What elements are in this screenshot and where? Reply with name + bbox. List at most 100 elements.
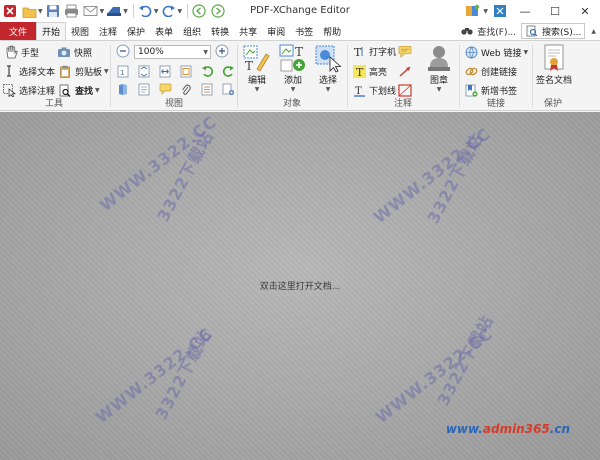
select-objects-icon (313, 43, 343, 73)
ui-options-icon[interactable] (461, 0, 485, 22)
create-link-button[interactable]: 创建链接 (464, 63, 517, 79)
site-watermark: www.admin365.cn (446, 422, 570, 436)
tab-file[interactable]: 文件 (0, 22, 36, 40)
edit-objects-icon: T (242, 43, 272, 73)
edit-objects-button[interactable]: T 编辑 ▼ (240, 43, 274, 93)
snapshot-button[interactable]: 快照 (57, 44, 92, 60)
search-button[interactable]: 搜索(S)... (521, 23, 586, 39)
web-links-button[interactable]: Web 链接 ▼ (464, 44, 528, 60)
snapshot-label: 快照 (74, 48, 93, 59)
svg-text:T: T (354, 46, 362, 58)
maximize-button[interactable]: ☐ (540, 0, 570, 22)
find-tool-dropdown-icon[interactable]: ▼ (95, 87, 100, 94)
page-display-icon[interactable] (137, 82, 151, 96)
tab-view[interactable]: 视图 (66, 22, 94, 40)
email-dropdown-icon[interactable]: ▼ (100, 8, 105, 15)
comment-list-icon[interactable] (158, 82, 172, 96)
scan-dropdown-icon[interactable]: ▼ (123, 8, 128, 15)
close-button[interactable]: ✕ (570, 0, 600, 22)
back-icon[interactable] (191, 3, 207, 19)
tab-home[interactable]: 开始 (36, 22, 67, 40)
undo-dropdown-icon[interactable]: ▼ (154, 8, 159, 15)
find-doc-icon (58, 83, 72, 97)
ui-options-dropdown-icon[interactable]: ▼ (483, 8, 488, 15)
page-layout-icon[interactable] (116, 82, 130, 96)
ribbon: 手型 快照 选择文本 剪贴板 ▼ 选择注释 查找 ▼ 工具 100% ▼ 1 视… (0, 40, 600, 111)
tab-form[interactable]: 表单 (150, 22, 178, 40)
open-dropdown-icon[interactable]: ▼ (38, 8, 43, 15)
stamp-label: 图章 (429, 76, 448, 86)
typewriter-label: 打字机 (369, 47, 397, 58)
properties-icon[interactable] (200, 82, 214, 96)
group-protect: 签名文档 保护 (533, 41, 573, 111)
stamp-button[interactable]: 图章 ▼ (422, 43, 456, 93)
tab-share[interactable]: 共享 (234, 22, 262, 40)
undo-icon[interactable] (137, 3, 153, 19)
stamp-dropdown-icon: ▼ (436, 86, 442, 93)
zoom-out-button[interactable] (116, 43, 130, 59)
document-workspace[interactable]: 双击这里打开文档... WWW.3322.CC 3322下载站 WWW.3322… (0, 112, 600, 460)
minimize-button[interactable]: — (510, 0, 540, 22)
note-button[interactable] (398, 43, 415, 59)
clipboard-button[interactable]: 剪贴板 ▼ (58, 63, 109, 79)
sign-document-icon (539, 43, 569, 73)
print-icon[interactable] (64, 3, 80, 19)
clipboard-dropdown-icon[interactable]: ▼ (104, 68, 109, 75)
rotate-left-icon[interactable] (200, 64, 214, 78)
fit-width-icon[interactable] (158, 64, 172, 78)
scan-icon[interactable] (106, 3, 122, 19)
open-document-hint: 双击这里打开文档... (259, 282, 341, 292)
tab-bookmarks[interactable]: 书签 (290, 22, 318, 40)
tab-help[interactable]: 帮助 (318, 22, 346, 40)
hand-tool-button[interactable]: 手型 (4, 44, 39, 60)
add-objects-button[interactable]: T 添加 ▼ (276, 43, 310, 93)
zoom-level-select[interactable]: 100% ▼ (134, 45, 211, 59)
tab-convert[interactable]: 转换 (206, 22, 234, 40)
select-objects-button[interactable]: 选择 ▼ (312, 43, 344, 93)
typewriter-button[interactable]: T 打字机 (352, 43, 397, 59)
select-text-label: 选择文本 (19, 67, 56, 78)
tab-protect[interactable]: 保护 (122, 22, 150, 40)
group-label-tools: 工具 (44, 99, 63, 109)
redo-icon[interactable] (161, 3, 177, 19)
tab-organize[interactable]: 组织 (178, 22, 206, 40)
page-setup-icon[interactable] (221, 82, 235, 96)
zoom-in-button[interactable] (215, 43, 229, 59)
typewriter-icon: T (352, 44, 366, 58)
fit-page-icon[interactable] (137, 64, 151, 78)
redo-dropdown-icon[interactable]: ▼ (178, 8, 183, 15)
fit-visible-icon[interactable] (179, 64, 193, 78)
find-binoculars-icon (460, 24, 474, 38)
site-watermark-prefix: www. (445, 422, 483, 436)
new-bookmark-label: 新增书签 (481, 86, 518, 97)
tab-review[interactable]: 审阅 (262, 22, 290, 40)
add-objects-dropdown-icon: ▼ (290, 86, 296, 93)
line-tool-button[interactable] (398, 63, 415, 79)
group-label-objects: 对象 (282, 99, 301, 109)
find-button[interactable]: 查找(F)... (457, 23, 519, 39)
highlight-icon: T (352, 64, 366, 78)
group-links: Web 链接 ▼ 创建链接 新增书签 链接 (460, 41, 532, 111)
line-tool-icon (398, 64, 412, 78)
view-tools-row-2 (116, 81, 238, 97)
ribbon-collapse-icon[interactable]: ▲ (591, 28, 596, 35)
highlight-button[interactable]: T 高亮 (352, 63, 387, 79)
app-logo-icon[interactable] (2, 3, 18, 19)
email-icon[interactable] (83, 3, 99, 19)
tab-comment[interactable]: 注释 (94, 22, 122, 40)
fullscreen-icon[interactable] (490, 0, 510, 22)
select-text-button[interactable]: 选择文本 (2, 63, 55, 79)
hand-icon (4, 45, 18, 59)
actual-size-icon[interactable]: 1 (116, 64, 130, 78)
save-icon[interactable] (45, 3, 61, 19)
open-folder-icon[interactable] (21, 3, 37, 19)
select-annotation-icon (2, 83, 16, 97)
clipboard-icon (58, 64, 72, 78)
rotate-right-icon[interactable] (221, 64, 235, 78)
add-objects-icon: T (278, 43, 308, 73)
edit-objects-dropdown-icon: ▼ (254, 86, 260, 93)
forward-icon[interactable] (210, 3, 226, 19)
sign-document-label: 签名文档 (535, 76, 572, 86)
attachment-icon[interactable] (179, 82, 193, 96)
sign-document-button[interactable]: 签名文档 (535, 43, 573, 86)
